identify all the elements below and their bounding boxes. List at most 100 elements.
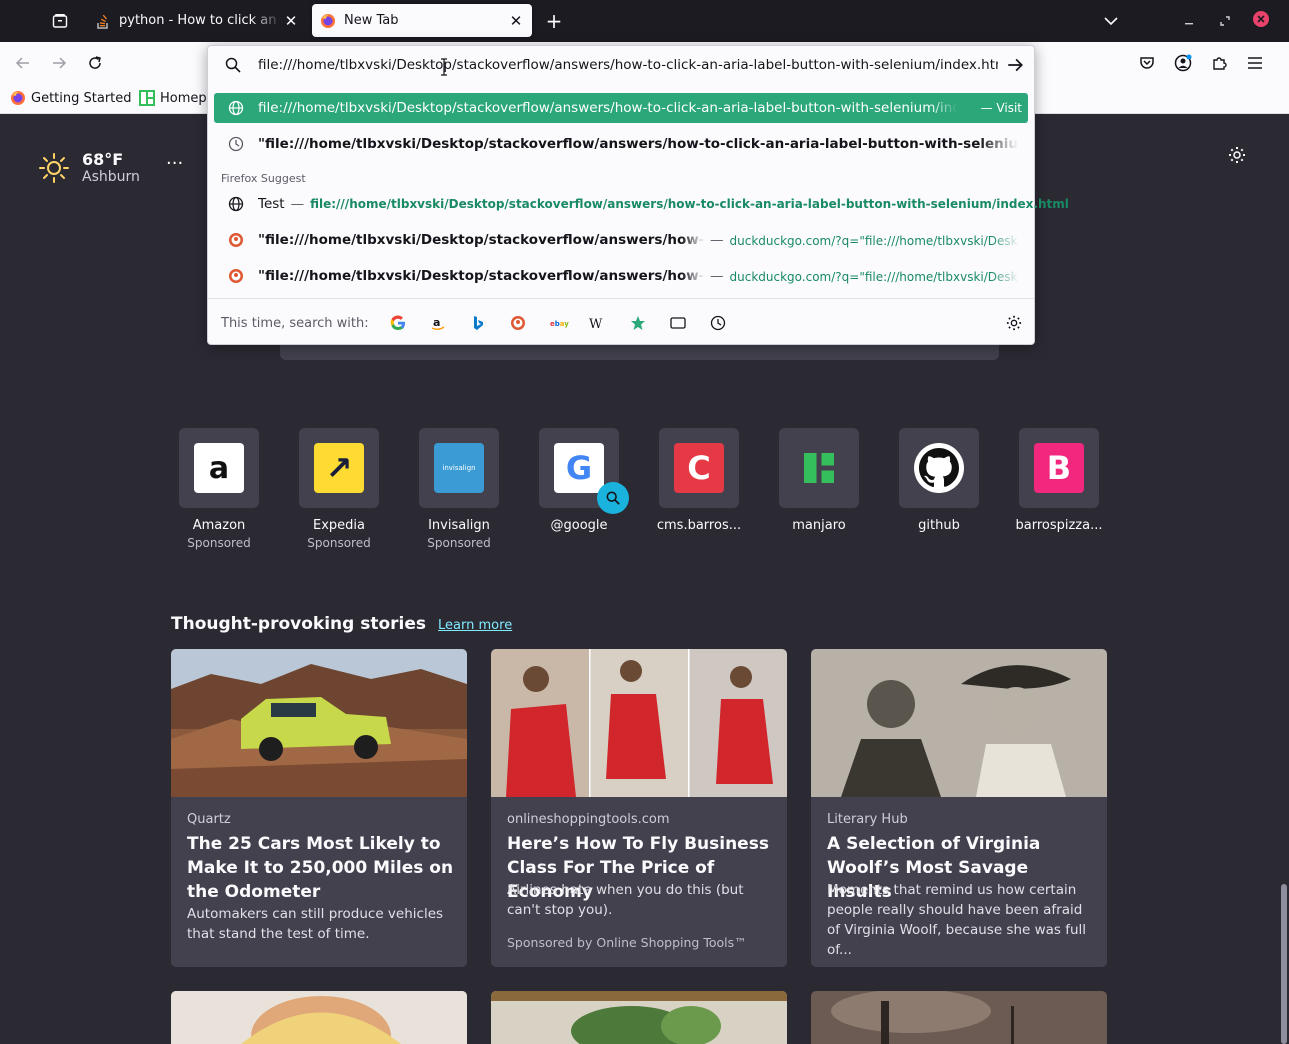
back-button[interactable] xyxy=(11,51,35,75)
result-query: "file:///home/tlbxvski/Desktop/stackover… xyxy=(258,136,1018,152)
top-site-tile[interactable]: a xyxy=(179,428,259,508)
minimize-button[interactable] xyxy=(1180,12,1198,30)
wikipedia-icon[interactable]: W xyxy=(589,314,607,332)
plus-icon: + xyxy=(545,9,563,33)
duckduckgo-icon[interactable] xyxy=(509,314,527,332)
search-shortcut-icon xyxy=(597,482,629,514)
close-tab-icon[interactable]: ✕ xyxy=(283,12,299,30)
page-scrollbar[interactable] xyxy=(1279,114,1289,1044)
google-icon[interactable] xyxy=(389,314,407,332)
suggest-url: duckduckgo.com/?q="file:///home/tlbxvski… xyxy=(729,270,1019,284)
firefox-view-icon xyxy=(52,14,68,28)
tab-new-tab[interactable]: New Tab ✕ xyxy=(312,4,532,37)
text-cursor-icon xyxy=(441,58,447,76)
top-site-tile[interactable]: G xyxy=(539,428,629,514)
bookmarks-star-icon[interactable] xyxy=(629,314,647,332)
firefox-view-button[interactable] xyxy=(48,9,72,33)
urlbar-suggest-bookmark[interactable]: Test — file:///home/tlbxvski/Desktop/stack… xyxy=(214,189,1069,219)
suggest-separator: — xyxy=(290,196,305,212)
urlbar-input-row xyxy=(208,46,1034,84)
scrollbar-thumb[interactable] xyxy=(1281,884,1287,1044)
top-site-7[interactable]: Bbarrospizza... xyxy=(1009,428,1109,533)
top-site-6[interactable]: github xyxy=(889,428,989,533)
story-card[interactable] xyxy=(171,991,467,1044)
story-card[interactable] xyxy=(491,991,787,1044)
story-headline: The 25 Cars Most Likely to Make It to 25… xyxy=(187,834,454,902)
top-site-2[interactable]: invisalign Invisalign Sponsored xyxy=(409,428,509,550)
story-excerpt: Moments that remind us how certain peopl… xyxy=(827,882,1087,958)
top-site-3[interactable]: G @google xyxy=(529,428,629,533)
story-source: onlineshoppingtools.com xyxy=(507,812,670,827)
extensions-button[interactable] xyxy=(1207,51,1231,75)
globe-icon xyxy=(228,196,244,212)
top-site-5[interactable]: manjaro xyxy=(769,428,869,533)
forward-button[interactable] xyxy=(47,51,71,75)
personalize-newtab-button[interactable] xyxy=(1228,146,1248,166)
story-card[interactable]: onlineshoppingtools.com Here’s How To Fl… xyxy=(491,649,787,967)
result-action: — Visit xyxy=(980,101,1022,115)
suggest-separator: — xyxy=(710,268,724,284)
top-site-name: Expedia xyxy=(313,518,365,533)
back-arrow-icon xyxy=(15,57,29,69)
close-window-button[interactable] xyxy=(1253,11,1269,27)
story-card[interactable] xyxy=(811,991,1107,1044)
story-image-steam-city xyxy=(811,991,1107,1044)
urlbar-result-visit[interactable]: file:///home/tlbxvski/Desktop/stackoverf… xyxy=(214,93,1028,123)
top-site-0[interactable]: a Amazon Sponsored xyxy=(169,428,269,550)
story-image-flight-attendants xyxy=(491,649,787,797)
tabs-icon[interactable] xyxy=(669,314,687,332)
bookmark-getting-started[interactable]: Getting Started xyxy=(10,90,132,106)
account-icon xyxy=(1174,54,1192,72)
top-site-tile[interactable]: ↗ xyxy=(299,428,379,508)
oneoff-label: This time, search with: xyxy=(221,316,369,331)
maximize-button[interactable] xyxy=(1216,12,1234,30)
list-all-tabs-button[interactable] xyxy=(1099,9,1123,33)
top-site-1[interactable]: ↗ Expedia Sponsored xyxy=(289,428,389,550)
urlbar-suggest-search[interactable]: "file:///home/tlbxvski/Desktop/stackover… xyxy=(214,225,1028,255)
search-settings-button[interactable] xyxy=(1005,314,1023,332)
go-arrow-icon[interactable] xyxy=(1006,56,1024,74)
history-clock-icon[interactable] xyxy=(709,314,727,332)
urlbar-suggest-search[interactable]: "file:///home/tlbxvski/Desktop/stackover… xyxy=(214,261,1028,291)
chevron-down-icon xyxy=(1104,17,1118,26)
minimize-icon xyxy=(1185,23,1193,25)
site-logo-icon: invisalign xyxy=(434,443,484,493)
top-site-tile[interactable]: invisalign xyxy=(419,428,499,508)
top-site-tile[interactable] xyxy=(899,428,979,508)
urlbar-input[interactable] xyxy=(258,55,998,75)
urlbar-result-history[interactable]: "file:///home/tlbxvski/Desktop/stackover… xyxy=(214,129,1028,159)
site-logo-icon xyxy=(914,443,964,493)
suggest-title: "file:///home/tlbxvski/Desktop/stackover… xyxy=(258,232,704,248)
ebay-icon[interactable]: ebay xyxy=(549,314,571,332)
app-menu-button[interactable] xyxy=(1243,51,1267,75)
stories-header: Thought-provoking stories Learn more xyxy=(171,614,512,634)
top-site-tile[interactable] xyxy=(779,428,859,508)
top-site-name: github xyxy=(918,518,960,533)
top-site-tile[interactable]: B xyxy=(1019,428,1099,508)
reload-icon xyxy=(89,56,101,69)
top-site-name: cms.barros... xyxy=(656,518,742,533)
sun-icon xyxy=(39,152,69,183)
bing-icon[interactable] xyxy=(469,314,487,332)
close-tab-icon[interactable]: ✕ xyxy=(508,12,524,30)
story-excerpt: Airlines hate when you do this (but can'… xyxy=(507,882,744,918)
story-card[interactable]: Literary Hub A Selection of Virginia Woo… xyxy=(811,649,1107,967)
weather-city: Ashburn xyxy=(82,169,140,185)
reload-button[interactable] xyxy=(83,51,107,75)
weather-more-options-button[interactable]: ··· xyxy=(166,155,186,178)
amazon-icon[interactable]: a xyxy=(429,314,447,332)
learn-more-link[interactable]: Learn more xyxy=(438,618,512,633)
weather-widget[interactable]: 68°F Ashburn xyxy=(38,150,140,185)
suggest-url: duckduckgo.com/?q="file:///home/tlbxvski… xyxy=(729,234,1019,248)
new-tab-button[interactable]: + xyxy=(542,9,566,33)
suggest-content: "file:///home/tlbxvski/Desktop/stackover… xyxy=(258,232,1018,248)
top-site-tile[interactable]: C xyxy=(659,428,739,508)
tab-stackoverflow[interactable]: python - How to click an aria-label butt… xyxy=(87,4,307,37)
stackoverflow-icon xyxy=(95,13,111,29)
more-horizontal-icon: ··· xyxy=(166,153,184,174)
account-button[interactable] xyxy=(1171,51,1195,75)
pocket-button[interactable] xyxy=(1135,51,1159,75)
forward-arrow-icon xyxy=(53,57,67,69)
story-card[interactable]: Quartz The 25 Cars Most Likely to Make I… xyxy=(171,649,467,967)
top-site-4[interactable]: Ccms.barros... xyxy=(649,428,749,533)
